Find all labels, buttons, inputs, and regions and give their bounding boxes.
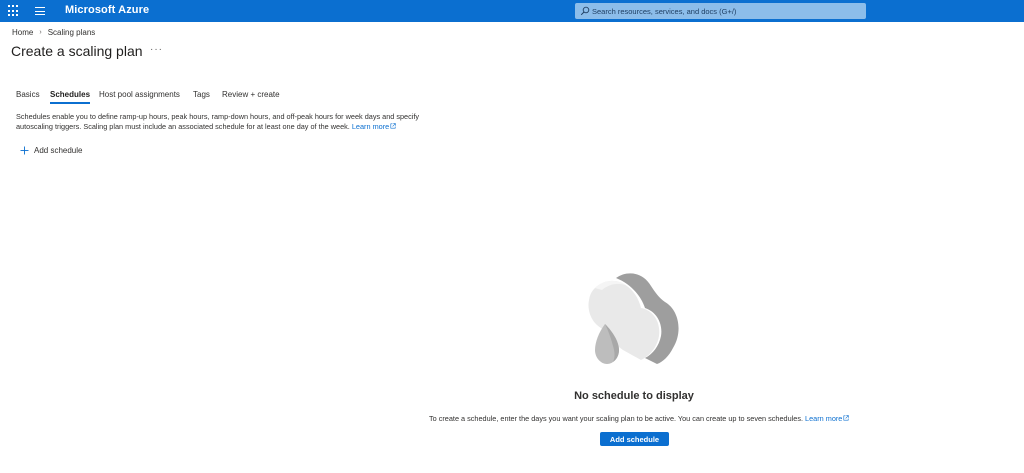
- breadcrumb: Home › Scaling plans: [12, 28, 95, 37]
- add-schedule-label: Add schedule: [34, 145, 83, 155]
- empty-state-learn-more-link[interactable]: Learn more: [805, 414, 850, 423]
- more-options-icon[interactable]: ···: [150, 44, 163, 55]
- learn-more-link[interactable]: Learn more: [352, 122, 396, 131]
- search-input[interactable]: [592, 3, 862, 19]
- plus-icon: [20, 146, 29, 154]
- cloud-illustration-icon: [588, 273, 679, 364]
- breadcrumb-scaling-plans[interactable]: Scaling plans: [48, 28, 96, 37]
- empty-state-text: To create a schedule, enter the days you…: [429, 414, 804, 423]
- external-link-icon: [843, 415, 850, 421]
- chevron-right-icon: ›: [39, 29, 42, 36]
- schedules-description: Schedules enable you to define ramp-up h…: [16, 112, 426, 132]
- app-launcher-icon[interactable]: [8, 5, 20, 17]
- external-link-icon: [390, 123, 396, 129]
- tab-basics[interactable]: Basics: [16, 90, 40, 104]
- add-schedule-button[interactable]: Add schedule: [600, 432, 669, 446]
- brand-title[interactable]: Microsoft Azure: [65, 4, 149, 16]
- empty-state-title: No schedule to display: [574, 390, 694, 402]
- tab-schedules[interactable]: Schedules: [50, 90, 91, 104]
- empty-state-learn-more-label: Learn more: [805, 414, 843, 423]
- global-search[interactable]: [575, 3, 866, 19]
- top-bar: Microsoft Azure: [0, 0, 1024, 22]
- add-schedule-command[interactable]: Add schedule: [20, 144, 82, 156]
- tab-tags[interactable]: Tags: [193, 90, 210, 104]
- hamburger-menu-icon[interactable]: [33, 6, 47, 16]
- empty-state-description: To create a schedule, enter the days you…: [429, 414, 850, 423]
- page-title: Create a scaling plan: [11, 43, 143, 59]
- breadcrumb-home[interactable]: Home: [12, 28, 33, 37]
- search-icon: [580, 6, 590, 16]
- tab-review-create[interactable]: Review + create: [222, 90, 280, 104]
- tab-host-pool-assignments[interactable]: Host pool assignments: [99, 90, 180, 104]
- learn-more-label: Learn more: [351, 122, 390, 131]
